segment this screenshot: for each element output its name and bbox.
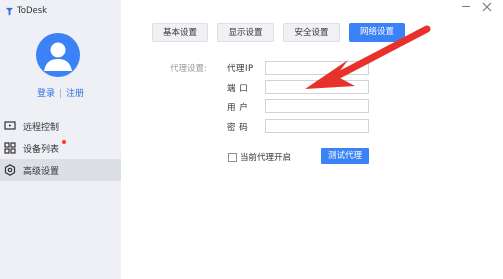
enable-proxy-label: 当前代理开启 [240,153,292,163]
todesk-logo-icon [5,7,14,15]
proxy-ip-label: 代理IP [227,64,254,74]
auth-separator: | [58,89,63,99]
register-link[interactable]: 注册 [66,89,84,99]
sidebar-item-device-list[interactable]: 设备列表 [0,137,121,159]
user-avatar-icon[interactable] [36,33,80,77]
tab-display-settings[interactable]: 显示设置 [217,23,274,42]
tab-security-settings[interactable]: 安全设置 [283,23,340,42]
sidebar-item-advanced-settings[interactable]: 高级设置 [0,159,121,181]
minimize-icon[interactable] [462,6,470,8]
sidebar-item-label: 高级设置 [23,166,60,177]
login-link[interactable]: 登录 [37,89,55,99]
hexagon-settings-icon [4,164,16,176]
app-logo: ToDesk [5,6,47,16]
sidebar-item-remote-control[interactable]: 远程控制 [0,115,121,137]
tab-network-settings[interactable]: 网络设置 [349,23,405,42]
notification-badge [62,140,66,144]
close-icon[interactable] [482,2,492,12]
sidebar-item-label: 设备列表 [23,144,60,155]
app-title: ToDesk [17,6,48,16]
proxy-port-field[interactable] [265,80,369,94]
sidebar-nav: 远程控制 设备列表 高级设置 [0,115,121,181]
monitor-icon [4,121,16,130]
proxy-ip-field[interactable] [265,61,369,75]
sidebar-item-label: 远程控制 [23,122,60,133]
auth-links: 登录 | 注册 [0,86,121,99]
proxy-user-label: 用 户 [227,103,249,113]
proxy-password-label: 密 码 [227,123,249,133]
proxy-settings-label: 代理设置: [170,64,207,74]
tab-basic-settings[interactable]: 基本设置 [152,23,208,42]
proxy-user-field[interactable] [265,99,369,113]
test-proxy-button[interactable]: 测试代理 [321,148,369,164]
enable-proxy-checkbox[interactable] [228,153,237,162]
proxy-port-label: 端 口 [227,84,249,94]
grid-icon [4,142,16,154]
proxy-password-field[interactable] [265,119,369,133]
sidebar: ToDesk 登录 | 注册 远程控制 设备列表 高级设置 [0,0,121,279]
